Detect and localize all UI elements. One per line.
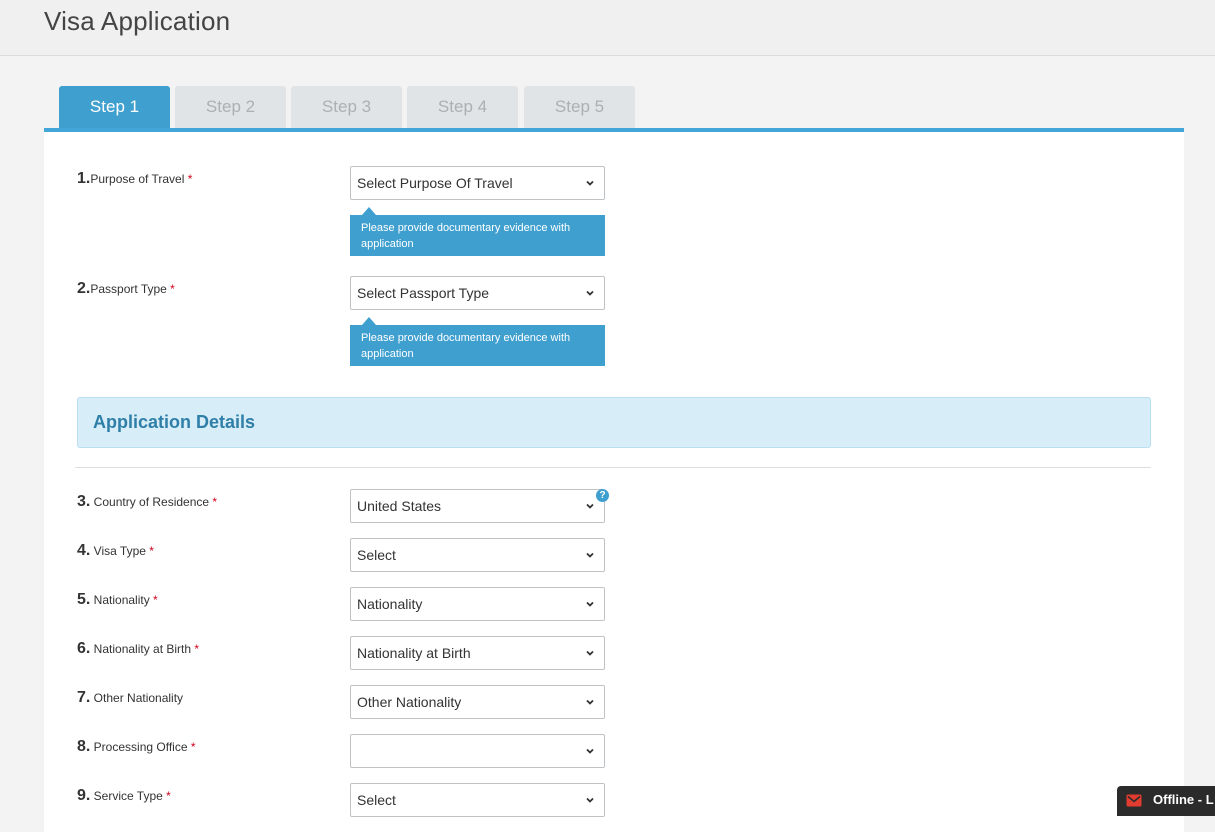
nationality-at-birth-select[interactable]: Nationality at Birth bbox=[350, 636, 605, 670]
field-label-text: Passport Type bbox=[90, 282, 171, 296]
tab-step-3[interactable]: Step 3 bbox=[291, 86, 402, 128]
select-value: Select bbox=[357, 547, 396, 563]
field-label-text: Service Type bbox=[90, 789, 167, 803]
field-number: 9. bbox=[77, 787, 91, 804]
application-details-section: Application Details bbox=[77, 397, 1151, 448]
mail-icon bbox=[1126, 794, 1142, 807]
field-label-text: Other Nationality bbox=[90, 691, 184, 705]
tab-step-4[interactable]: Step 4 bbox=[407, 86, 518, 128]
section-title: Application Details bbox=[93, 412, 256, 432]
required-marker: * bbox=[212, 495, 218, 509]
required-marker: * bbox=[194, 642, 200, 656]
purpose-of-travel-select[interactable]: Select Purpose Of Travel bbox=[350, 166, 605, 200]
select-value: Other Nationality bbox=[357, 694, 462, 710]
field-number: 1. bbox=[77, 170, 91, 187]
required-marker: * bbox=[166, 789, 171, 803]
field-number: 8. bbox=[77, 738, 91, 755]
field-number: 4. bbox=[77, 542, 91, 559]
chevron-down-icon bbox=[586, 699, 594, 705]
country-of-residence-select[interactable]: United States bbox=[350, 489, 605, 523]
field-label-processing-office: 8. Processing Office * bbox=[77, 738, 196, 756]
tab-step-5[interactable]: Step 5 bbox=[524, 86, 635, 128]
field-label-nationality: 5. Nationality * bbox=[77, 591, 158, 609]
chevron-down-icon bbox=[586, 650, 594, 656]
form-panel bbox=[44, 132, 1184, 832]
documentary-evidence-tooltip: Please provide documentary evidence with… bbox=[350, 317, 605, 366]
visa-type-select[interactable]: Select bbox=[350, 538, 605, 572]
required-marker: * bbox=[190, 740, 196, 754]
required-marker: * bbox=[170, 282, 175, 296]
passport-type-select[interactable]: Select Passport Type bbox=[350, 276, 605, 310]
required-marker: * bbox=[187, 172, 193, 186]
field-number: 3. bbox=[77, 493, 91, 510]
chevron-down-icon bbox=[586, 748, 594, 754]
select-value: Select Passport Type bbox=[357, 285, 490, 301]
select-value: Select bbox=[357, 792, 396, 808]
required-marker: * bbox=[149, 544, 154, 558]
select-value: Nationality bbox=[357, 596, 423, 612]
chevron-down-icon bbox=[586, 552, 594, 558]
required-marker: * bbox=[153, 593, 158, 607]
page-title: Visa Application bbox=[44, 6, 231, 36]
select-value: United States bbox=[357, 498, 442, 514]
field-label-nationality-at-birth: 6. Nationality at Birth * bbox=[77, 640, 199, 658]
field-label-visa-type: 4. Visa Type * bbox=[77, 542, 154, 560]
chat-status-label: Offline - L bbox=[1153, 792, 1214, 807]
field-label-text: Processing Office bbox=[90, 740, 191, 754]
tab-step-2[interactable]: Step 2 bbox=[175, 86, 286, 128]
field-label-purpose-of-travel: 1.Purpose of Travel * bbox=[77, 170, 192, 188]
tooltip-text: Please provide documentary evidence with… bbox=[361, 332, 571, 360]
page-header: Visa Application bbox=[0, 0, 1215, 56]
field-label-text: Nationality bbox=[90, 593, 154, 607]
field-label-text: Visa Type bbox=[90, 544, 150, 558]
processing-office-select[interactable] bbox=[350, 734, 605, 768]
documentary-evidence-tooltip: Please provide documentary evidence with… bbox=[350, 207, 605, 256]
chevron-down-icon bbox=[586, 797, 594, 803]
field-label-passport-type: 2.Passport Type * bbox=[77, 280, 175, 298]
field-number: 6. bbox=[77, 640, 91, 657]
field-label-country-of-residence: 3. Country of Residence * bbox=[77, 493, 217, 511]
offline-chat-widget[interactable]: Offline - L bbox=[1117, 786, 1215, 816]
field-label-other-nationality: 7. Other Nationality bbox=[77, 689, 183, 707]
field-label-text: Nationality at Birth bbox=[90, 642, 195, 656]
help-icon[interactable]: ? bbox=[596, 489, 609, 502]
tooltip-arrow bbox=[362, 207, 376, 215]
service-type-select[interactable]: Select bbox=[350, 783, 605, 817]
field-number: 2. bbox=[77, 280, 91, 297]
chevron-down-icon bbox=[586, 601, 594, 607]
chevron-down-icon bbox=[586, 180, 594, 186]
field-label-text: Purpose of Travel bbox=[90, 172, 188, 186]
section-divider bbox=[75, 467, 1151, 468]
chevron-down-icon bbox=[586, 503, 594, 509]
field-label-service-type: 9. Service Type * bbox=[77, 787, 171, 805]
field-number: 5. bbox=[77, 591, 91, 608]
tab-step-1[interactable]: Step 1 bbox=[59, 86, 170, 128]
select-value: Nationality at Birth bbox=[357, 645, 471, 661]
select-value: Select Purpose Of Travel bbox=[357, 175, 513, 191]
other-nationality-select[interactable]: Other Nationality bbox=[350, 685, 605, 719]
tooltip-arrow bbox=[362, 317, 376, 325]
field-label-text: Country of Residence bbox=[90, 495, 213, 509]
chevron-down-icon bbox=[586, 290, 594, 296]
nationality-select[interactable]: Nationality bbox=[350, 587, 605, 621]
field-number: 7. bbox=[77, 689, 91, 706]
tooltip-text: Please provide documentary evidence with… bbox=[361, 222, 571, 250]
